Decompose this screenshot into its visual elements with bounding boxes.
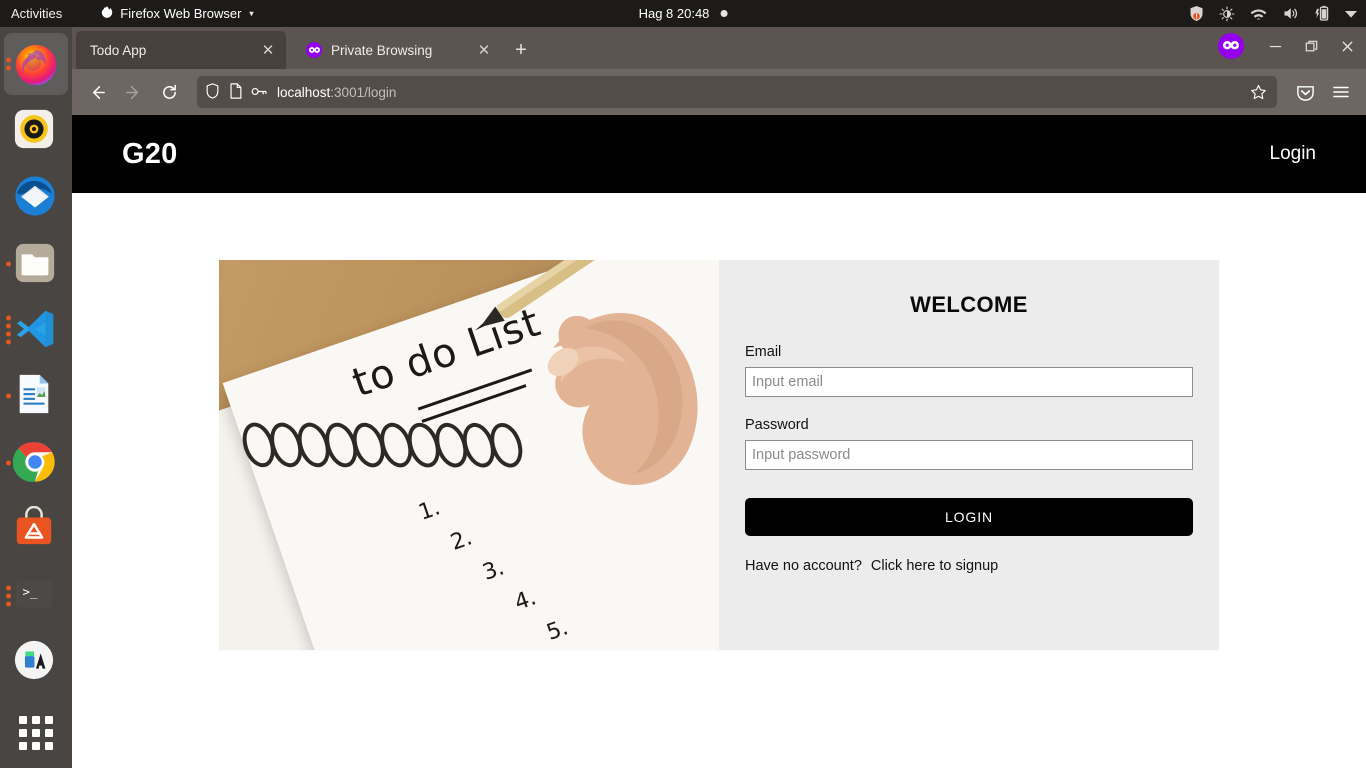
dock-item-chrome[interactable] bbox=[4, 432, 68, 494]
login-card: to do List 1. 2. 3. 4. 5. WELCOME Email … bbox=[219, 260, 1219, 650]
private-browsing-indicator-icon[interactable] bbox=[1218, 33, 1244, 59]
rhythmbox-icon bbox=[13, 108, 59, 154]
bookmark-star-icon[interactable] bbox=[1247, 81, 1269, 103]
svg-text:>_: >_ bbox=[23, 584, 38, 599]
files-icon bbox=[13, 241, 59, 287]
application-menu-button[interactable] bbox=[1324, 76, 1358, 108]
battery-icon bbox=[1314, 5, 1330, 22]
running-indicator bbox=[6, 315, 11, 345]
clock-button[interactable]: Hag 8 20:48 bbox=[639, 6, 728, 21]
signup-prompt-row: Have no account? Click here to signup bbox=[745, 558, 1193, 574]
maximize-button[interactable] bbox=[1300, 35, 1322, 57]
tab-title: Todo App bbox=[90, 42, 147, 58]
url-path: :3001/login bbox=[330, 84, 397, 100]
show-applications-button[interactable] bbox=[4, 702, 68, 764]
close-button[interactable] bbox=[1336, 35, 1358, 57]
firefox-icon bbox=[13, 41, 59, 87]
system-indicators[interactable] bbox=[1189, 5, 1357, 22]
clock-text: Hag 8 20:48 bbox=[638, 6, 710, 21]
private-mask-icon bbox=[306, 42, 322, 58]
signup-link[interactable]: Click here to signup bbox=[871, 558, 998, 574]
email-input[interactable] bbox=[745, 367, 1193, 397]
terminal-icon: >_ bbox=[13, 573, 59, 619]
chevron-down-icon bbox=[1345, 10, 1357, 18]
tab-todo-app[interactable]: Todo App ✕ bbox=[76, 31, 286, 69]
dock-item-terminal[interactable]: >_ bbox=[4, 565, 68, 627]
todo-list-photo: to do List 1. 2. 3. 4. 5. bbox=[219, 260, 719, 650]
login-form: WELCOME Email Password LOGIN Have no acc… bbox=[719, 260, 1219, 650]
password-input[interactable] bbox=[745, 440, 1193, 470]
notification-dot-icon bbox=[720, 10, 728, 17]
running-indicator bbox=[6, 460, 11, 466]
activities-button[interactable]: Activities bbox=[11, 6, 62, 21]
dock-item-android-studio[interactable] bbox=[4, 631, 68, 693]
wifi-icon bbox=[1250, 7, 1267, 21]
forward-button[interactable] bbox=[116, 76, 150, 108]
hand-with-pen bbox=[435, 260, 719, 551]
volume-icon bbox=[1282, 6, 1299, 21]
back-button[interactable] bbox=[80, 76, 114, 108]
libreoffice-impress-icon bbox=[13, 373, 59, 419]
login-card-wrapper: to do List 1. 2. 3. 4. 5. WELCOME Email … bbox=[72, 193, 1366, 650]
vscode-icon bbox=[13, 307, 59, 353]
dock-item-files[interactable] bbox=[4, 232, 68, 294]
site-navbar: G20 Login bbox=[72, 115, 1366, 193]
dock-item-vscode[interactable] bbox=[4, 299, 68, 361]
close-icon[interactable]: ✕ bbox=[475, 41, 493, 59]
tab-title: Private Browsing bbox=[331, 42, 433, 58]
form-heading: WELCOME bbox=[910, 292, 1028, 317]
running-indicator bbox=[6, 585, 11, 607]
running-indicator bbox=[6, 57, 11, 71]
minimize-button[interactable] bbox=[1264, 35, 1286, 57]
running-indicator bbox=[6, 393, 11, 399]
signup-prompt-text: Have no account? bbox=[745, 558, 862, 574]
dock-item-rhythmbox[interactable] bbox=[4, 99, 68, 161]
url-text[interactable]: localhost:3001/login bbox=[277, 85, 1238, 100]
dock-item-thunderbird[interactable] bbox=[4, 166, 68, 228]
android-studio-icon bbox=[13, 639, 59, 685]
shield-warning-icon bbox=[1189, 5, 1204, 22]
chevron-down-icon: ▾ bbox=[249, 9, 254, 18]
email-label: Email bbox=[745, 344, 782, 360]
password-label: Password bbox=[745, 417, 809, 433]
tracking-protection-shield-icon[interactable] bbox=[205, 82, 220, 102]
nav-login-link[interactable]: Login bbox=[1270, 143, 1317, 165]
close-icon[interactable]: ✕ bbox=[259, 41, 277, 59]
dock-item-ubuntu-software[interactable] bbox=[4, 498, 68, 560]
navigation-toolbar: localhost:3001/login bbox=[72, 69, 1366, 115]
window-controls bbox=[1218, 33, 1358, 59]
thunderbird-icon bbox=[13, 174, 59, 220]
gnome-top-bar: Activities Firefox Web Browser ▾ Hag 8 2… bbox=[0, 0, 1366, 27]
tab-bar: Todo App ✕ Private Browsing ✕ + bbox=[72, 27, 1366, 69]
focused-app-name: Firefox Web Browser bbox=[120, 6, 242, 21]
pocket-button[interactable] bbox=[1288, 76, 1322, 108]
login-submit-button[interactable]: LOGIN bbox=[745, 498, 1193, 536]
firefox-window: Todo App ✕ Private Browsing ✕ + localhos… bbox=[72, 27, 1366, 768]
ubuntu-dock: >_ bbox=[0, 27, 72, 768]
chrome-icon bbox=[12, 440, 59, 486]
web-page-content: G20 Login to do List 1. 2. 3. 4. 5. WELC… bbox=[72, 115, 1366, 768]
dock-item-firefox[interactable] bbox=[4, 33, 68, 96]
url-bar[interactable]: localhost:3001/login bbox=[197, 76, 1277, 108]
url-host: localhost bbox=[277, 84, 331, 100]
tab-private-browsing[interactable]: Private Browsing ✕ bbox=[292, 31, 502, 69]
focused-app-menu[interactable]: Firefox Web Browser ▾ bbox=[100, 5, 253, 22]
ubuntu-software-icon bbox=[13, 506, 59, 552]
running-indicator bbox=[6, 261, 11, 267]
saved-login-key-icon[interactable] bbox=[251, 85, 268, 100]
apps-grid-icon bbox=[19, 715, 53, 750]
dock-item-libreoffice-impress[interactable] bbox=[4, 365, 68, 427]
new-tab-button[interactable]: + bbox=[506, 35, 536, 65]
reload-button[interactable] bbox=[152, 76, 186, 108]
firefox-icon bbox=[100, 5, 114, 22]
page-info-icon[interactable] bbox=[229, 82, 242, 102]
site-brand[interactable]: G20 bbox=[122, 138, 177, 171]
brightness-icon bbox=[1219, 6, 1235, 22]
